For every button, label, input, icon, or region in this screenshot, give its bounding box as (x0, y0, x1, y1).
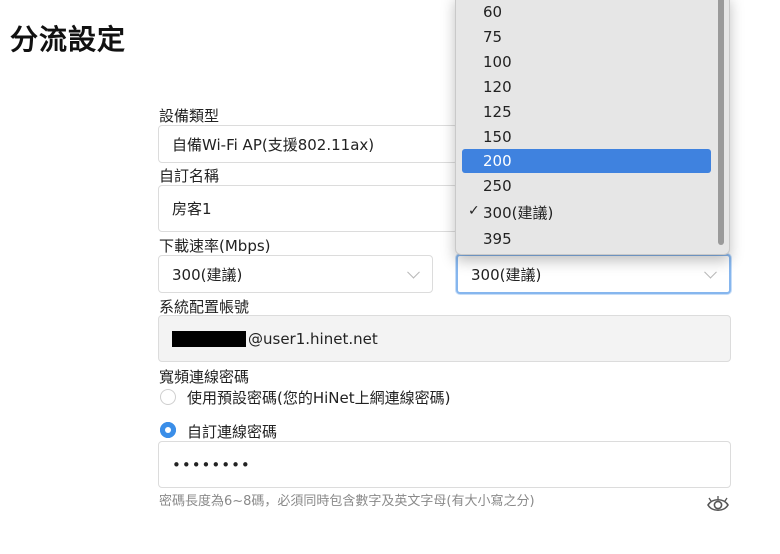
radio-custom-password[interactable]: 自訂連線密碼 (159, 420, 459, 442)
dropdown-option-highlighted[interactable]: 200 (462, 149, 711, 173)
account-field: @user1.hinet.net (158, 315, 731, 362)
password-mask: •••••••• (172, 455, 251, 474)
custom-name-input[interactable]: 房客1 (158, 185, 458, 232)
dropdown-option[interactable]: 125 (462, 100, 711, 124)
dropdown-option-checked[interactable]: ✓ 300(建議) (462, 200, 711, 224)
download-speed-right-value: 300(建議) (471, 265, 542, 284)
custom-name-value: 房客1 (172, 200, 212, 218)
dropdown-option[interactable]: 100 (462, 50, 711, 74)
custom-name-label: 自訂名稱 (159, 167, 220, 185)
dropdown-scrollbar[interactable] (718, 0, 724, 245)
dropdown-option[interactable]: 75 (462, 25, 711, 49)
dropdown-option[interactable]: 250 (462, 174, 711, 198)
broadband-password-label: 寬頻連線密碼 (159, 368, 250, 386)
device-type-value: 自備Wi-Fi AP(支援802.11ax) (172, 135, 375, 154)
device-type-field[interactable]: 自備Wi-Fi AP(支援802.11ax) (158, 125, 458, 163)
dropdown-option[interactable]: 60 (462, 0, 711, 24)
account-label: 系統配置帳號 (159, 298, 250, 316)
dropdown-option[interactable]: 150 (462, 125, 711, 149)
eye-icon[interactable] (707, 496, 729, 514)
speed-dropdown-menu[interactable]: 60 75 100 120 125 150 200 250 ✓ 300(建議) … (455, 0, 730, 255)
radio-custom-indicator[interactable] (160, 422, 176, 438)
download-speed-select-left[interactable]: 300(建議) (158, 255, 433, 293)
custom-password-input[interactable]: •••••••• (158, 441, 731, 488)
redacted-username (172, 330, 246, 347)
download-speed-left-value: 300(建議) (172, 265, 243, 284)
dropdown-option[interactable]: 120 (462, 75, 711, 99)
page-title: 分流設定 (10, 23, 127, 56)
account-suffix: @user1.hinet.net (248, 329, 378, 348)
checkmark-icon: ✓ (468, 203, 480, 219)
radio-default-indicator[interactable] (160, 389, 176, 405)
radio-default-password[interactable]: 使用預設密碼(您的HiNet上網連線密碼) (159, 386, 559, 408)
chevron-down-icon (407, 265, 420, 279)
radio-default-label: 使用預設密碼(您的HiNet上網連線密碼) (187, 389, 451, 407)
dropdown-option[interactable]: 395 (462, 227, 711, 251)
radio-custom-label: 自訂連線密碼 (187, 423, 278, 441)
device-type-label: 設備類型 (159, 107, 220, 125)
download-speed-label: 下載速率(Mbps) (159, 237, 271, 255)
password-hint: 密碼長度為6~8碼，必須同時包含數字及英文字母(有大小寫之分) (159, 494, 535, 509)
chevron-down-icon (704, 265, 717, 279)
download-speed-select-right[interactable]: 300(建議) (456, 254, 731, 294)
